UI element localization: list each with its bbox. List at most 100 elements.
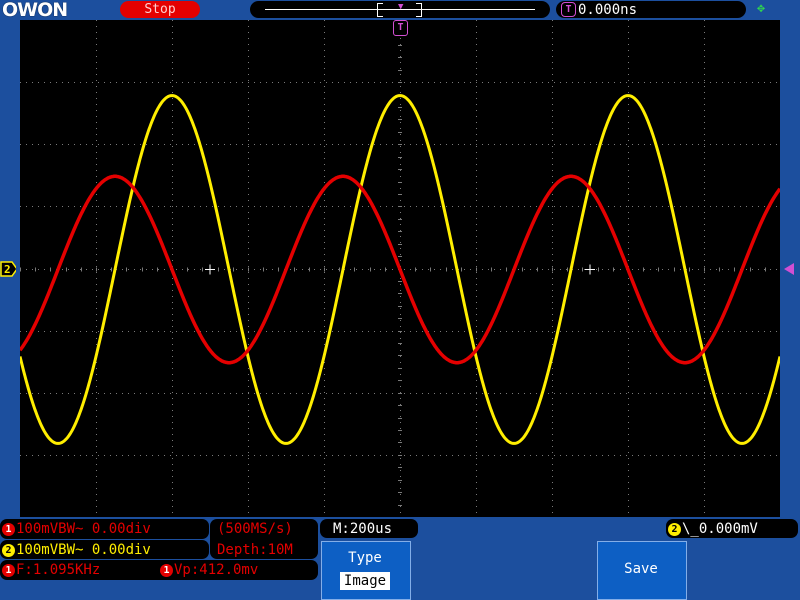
- grid-dot: [764, 269, 765, 270]
- grid-dot: [578, 206, 579, 207]
- grid-dot: [524, 455, 525, 456]
- grid-dot: [752, 206, 753, 207]
- grid-dot: [146, 455, 147, 456]
- grid-dot: [44, 206, 45, 207]
- grid-dot: [254, 455, 255, 456]
- grid-dot: [434, 455, 435, 456]
- grid-dot: [248, 308, 249, 309]
- grid-dot: [746, 82, 747, 83]
- grid-dot: [96, 386, 97, 387]
- grid-dot: [172, 374, 173, 375]
- ch2-offset-marker[interactable]: 2: [0, 261, 16, 277]
- grid-dot: [560, 144, 561, 145]
- grid-dot: [56, 331, 57, 332]
- grid-dot: [552, 158, 553, 159]
- grid-dot: [172, 146, 173, 147]
- grid-dot: [692, 269, 693, 270]
- grid-dot: [764, 206, 765, 207]
- grid-dot: [476, 368, 477, 369]
- grid-dot: [326, 331, 327, 332]
- grid-dot: [400, 242, 401, 243]
- grid-dot: [32, 455, 33, 456]
- run-stop-indicator[interactable]: Stop: [120, 1, 200, 18]
- grid-dot: [172, 140, 173, 141]
- grid-dot: [386, 82, 387, 83]
- grid-dot: [628, 320, 629, 321]
- grid-dot: [356, 393, 357, 394]
- grid-dot: [172, 308, 173, 309]
- grid-dot: [560, 206, 561, 207]
- grid-dot: [80, 331, 81, 332]
- grid-dot: [584, 393, 585, 394]
- grid-dot: [400, 446, 401, 447]
- grid-dot: [96, 278, 97, 279]
- grid-dot: [96, 206, 97, 207]
- grid-dot: [400, 128, 401, 129]
- grid-dot: [704, 410, 705, 411]
- trigger-level-marker-icon[interactable]: [782, 262, 796, 276]
- grid-dot: [68, 206, 69, 207]
- grid-dot: [628, 38, 629, 39]
- grid-dot: [728, 331, 729, 332]
- grid-dot: [172, 398, 173, 399]
- axis-tick: [398, 467, 402, 468]
- grid-dot: [542, 82, 543, 83]
- grid-dot: [296, 206, 297, 207]
- grid-dot: [476, 393, 477, 394]
- grid-dot: [518, 82, 519, 83]
- grid-dot: [512, 455, 513, 456]
- grid-dot: [96, 422, 97, 423]
- grid-dot: [314, 82, 315, 83]
- grid-dot: [324, 110, 325, 111]
- grid-dot: [552, 392, 553, 393]
- grid-dot: [440, 206, 441, 207]
- grid-dot: [368, 206, 369, 207]
- grid-dot: [552, 278, 553, 279]
- grid-dot: [116, 331, 117, 332]
- vp-value: Vp:412.0mv: [174, 562, 259, 578]
- grid-dot: [248, 272, 249, 273]
- grid-dot: [272, 393, 273, 394]
- grid-dot: [740, 393, 741, 394]
- axis-tick: [689, 267, 690, 272]
- grid-dot: [146, 144, 147, 145]
- grid-dot: [476, 458, 477, 459]
- grid-dot: [628, 164, 629, 165]
- grid-dot: [476, 506, 477, 507]
- grid-dot: [172, 392, 173, 393]
- grid-dot: [98, 82, 99, 83]
- grid-dot: [552, 20, 553, 21]
- trigger-level-value: 0.000mV: [698, 521, 758, 537]
- type-menu-label: Type: [348, 550, 382, 566]
- trigger-position-marker[interactable]: T: [393, 20, 408, 36]
- grid-dot: [452, 269, 453, 270]
- grid-dot: [96, 242, 97, 243]
- grid-dot: [552, 320, 553, 321]
- grid-dot: [552, 110, 553, 111]
- grid-dot: [324, 314, 325, 315]
- grid-dot: [428, 206, 429, 207]
- grid-dot: [416, 206, 417, 207]
- grid-dot: [400, 404, 401, 405]
- grid-dot: [302, 331, 303, 332]
- grid-dot: [164, 82, 165, 83]
- grid-dot: [324, 458, 325, 459]
- grid-dot: [324, 290, 325, 291]
- grid-dot: [428, 393, 429, 394]
- grid-dot: [96, 254, 97, 255]
- grid-dot: [476, 38, 477, 39]
- grid-dot: [50, 455, 51, 456]
- grid-dot: [50, 82, 51, 83]
- grid-dot: [680, 144, 681, 145]
- grid-dot: [628, 434, 629, 435]
- grid-dot: [476, 242, 477, 243]
- axis-tick: [398, 206, 402, 207]
- grid-dot: [628, 500, 629, 501]
- axis-tick: [398, 107, 402, 108]
- grid-dot: [476, 380, 477, 381]
- grid-dot: [224, 82, 225, 83]
- grid-dot: [172, 176, 173, 177]
- axis-tick: [398, 281, 402, 282]
- grid-dot: [324, 80, 325, 81]
- grid-dot: [746, 455, 747, 456]
